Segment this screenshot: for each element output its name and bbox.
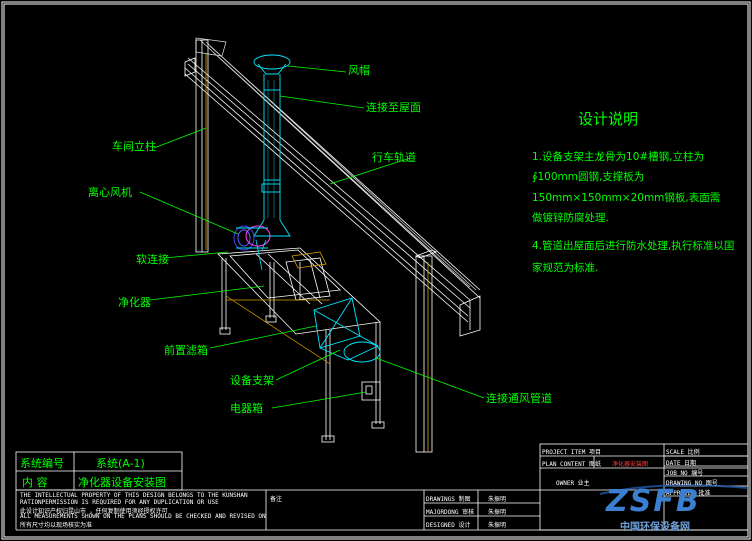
electrical-box: [361, 381, 381, 401]
project-label: PROJECT ITEM 项目: [542, 449, 601, 456]
drawing-value: 朱振明: [488, 496, 507, 503]
label-prefilter: 前置滤箱: [164, 344, 208, 357]
label-electrical-box: 电器箱: [230, 402, 263, 415]
centrifugal-fan: [233, 225, 271, 251]
watermark-logo: ZSFB: [606, 484, 701, 519]
job-no-label: JOB NO 编号: [666, 470, 704, 477]
drawing-label: DRAWINGS 制图: [426, 496, 471, 503]
note-1-line-4: 做镀锌防腐处理.: [532, 212, 609, 224]
label-wind-hood: 风帽: [348, 64, 370, 77]
designed-value: 朱振明: [488, 522, 507, 529]
note-2-line-1: 4.管道出屋面后进行防水处理,执行标准以国: [532, 240, 735, 252]
ip-notice-5: 所有尺寸均以现场核实为准: [20, 522, 93, 529]
ip-notice-4: ALL MEASUREMENTS SHOWN ON THE PLANS SHOU…: [20, 513, 266, 520]
note-1-line-2: ∮100mm圆钢,支撑板为: [532, 171, 645, 183]
designed-label: DESIGNED 设计: [426, 522, 471, 529]
label-equipment-support: 设备支架: [230, 374, 274, 387]
scale-label: SCALE 比例: [666, 449, 700, 456]
note-1-line-3: 150mm×150mm×20mm钢板,表面需: [532, 192, 721, 204]
majoring-label: MAJORDONG 审核: [426, 509, 475, 516]
column-right: [415, 249, 437, 453]
remark-label: 备注: [270, 496, 283, 503]
label-centrifugal-fan: 离心风机: [88, 186, 132, 199]
note-1-line-1: 1.设备支架主龙骨为10#槽钢,立柱为: [532, 151, 705, 163]
rail-beam: [184, 45, 481, 337]
date-label: DATE 日期: [666, 460, 697, 467]
system-number-label: 系统编号: [20, 457, 64, 470]
notes-title: 设计说明: [578, 110, 639, 128]
watermark-site: 中国环保设备网: [620, 522, 690, 533]
note-2-line-2: 家规范为标准.: [532, 262, 599, 274]
support-braces: [225, 295, 331, 365]
content-value: 净化器设备安装图: [78, 476, 166, 489]
majoring-value: 朱振明: [488, 509, 507, 516]
plan-label: PLAN CONTENT 图纸: [542, 461, 601, 468]
label-duct-connection: 连接通风管道: [486, 392, 552, 405]
exhaust-stack: [253, 54, 291, 237]
label-workshop-column: 车间立柱: [112, 140, 156, 153]
label-purifier: 净化器: [118, 296, 151, 309]
label-soft-connection: 软连接: [136, 253, 169, 266]
ip-notice-2: RATIONPERMISSION IS REQUIRED FOR ANY DUP…: [20, 499, 219, 506]
label-crane-rail: 行车轨道: [372, 151, 416, 164]
content-label: 内 容: [22, 476, 48, 489]
system-number-value: 系统(A-1): [96, 457, 145, 470]
owner-label: OWNER 业主: [556, 480, 590, 487]
purifier-body: [217, 247, 381, 335]
ip-notice-1: THE INTELLECTUAL PROPERTY OF THIS DESIGN…: [20, 492, 248, 499]
plan-value: 净化器安装图: [612, 461, 649, 468]
label-to-roof: 连接至屋面: [366, 101, 421, 114]
